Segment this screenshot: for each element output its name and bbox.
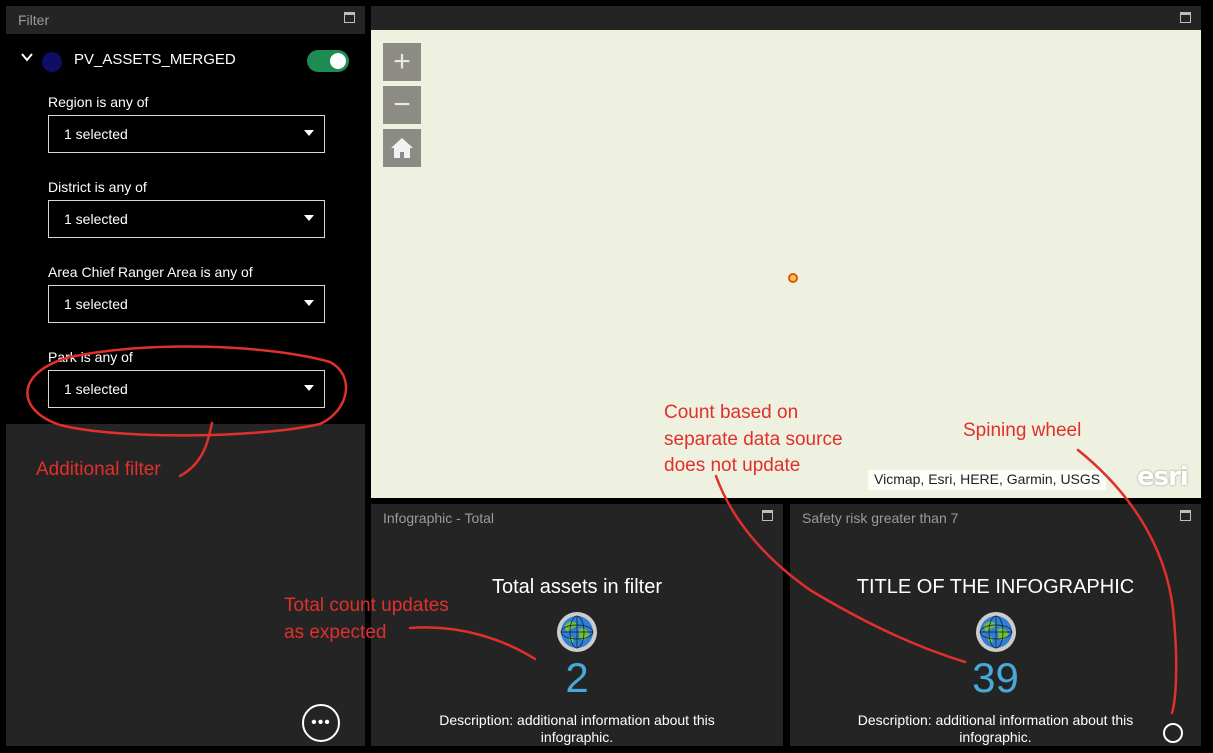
zoom-in-button[interactable]: + [383,43,421,81]
infographic-total-panel: Infographic - Total Total assets in filt… [371,504,783,746]
infographic-safety-description: Description: additional information abou… [857,712,1134,745]
layer-filter-toggle[interactable] [307,50,349,72]
park-select[interactable]: 1 selected [48,370,325,408]
filter-label-park: Park is any of [48,349,133,365]
maximize-icon[interactable] [762,510,773,521]
maximize-icon[interactable] [344,12,355,23]
infographic-total-value: 2 [565,654,589,701]
filter-body: PV_ASSETS_MERGED Region is any of 1 sele… [6,34,365,424]
layer-color-swatch [42,52,62,72]
toggle-knob [330,53,346,69]
caret-down-icon [304,130,314,136]
loading-spinner-icon [1163,723,1183,743]
asset-map-point[interactable] [788,273,798,283]
globe-icon [975,612,1016,652]
filter-label-area: Area Chief Ranger Area is any of [48,264,253,280]
note-additional-filter: Additional filter [36,459,161,480]
infographic-safety-value: 39 [972,654,1019,701]
note-total-count-line2: as expected [284,622,387,643]
filter-panel-title: Filter [18,12,50,28]
note-spinning-wheel: Spining wheel [963,420,1082,441]
note-separate-line2: separate data source [664,429,843,450]
filter-label-region: Region is any of [48,94,149,110]
park-select-value: 1 selected [64,381,128,397]
area-select-value: 1 selected [64,296,128,312]
caret-down-icon [304,215,314,221]
filter-panel-header: Filter [6,6,365,34]
infographic-total-header: Infographic - Total [371,504,783,532]
zoom-out-button[interactable]: − [383,86,421,124]
infographic-total-description: Description: additional information abou… [439,712,715,745]
region-select[interactable]: 1 selected [48,115,325,153]
filter-label-district: District is any of [48,179,147,195]
layer-row: PV_ASSETS_MERGED [6,48,365,74]
globe-icon [557,612,597,652]
infographic-safety-title: TITLE OF THE INFOGRAPHIC [856,576,1135,598]
district-select-value: 1 selected [64,211,128,227]
more-options-button[interactable]: ••• [302,704,340,742]
maximize-icon[interactable] [1180,510,1191,521]
caret-down-icon [304,300,314,306]
maximize-icon[interactable] [1180,12,1191,23]
region-select-value: 1 selected [64,126,128,142]
esri-logo: esri [1137,462,1189,492]
note-total-count-line1: Total count updates [284,595,449,616]
infographic-safety-header: Safety risk greater than 7 [790,504,1201,532]
district-select[interactable]: 1 selected [48,200,325,238]
caret-down-icon [304,385,314,391]
home-button[interactable] [383,129,421,167]
map-attribution[interactable]: Vicmap, Esri, HERE, Garmin, USGS [868,470,1107,490]
infographic-safety-panel: Safety risk greater than 7 TITLE OF THE … [790,504,1201,746]
note-separate-line1: Count based on [664,402,799,423]
area-select[interactable]: 1 selected [48,285,325,323]
infographic-safety-panel-title: Safety risk greater than 7 [802,510,959,526]
layer-name: PV_ASSETS_MERGED [74,51,236,68]
home-icon [391,138,413,158]
infographic-total-panel-title: Infographic - Total [383,510,495,526]
note-separate-line3: does not update [664,455,801,476]
chevron-down-icon[interactable] [20,50,34,64]
